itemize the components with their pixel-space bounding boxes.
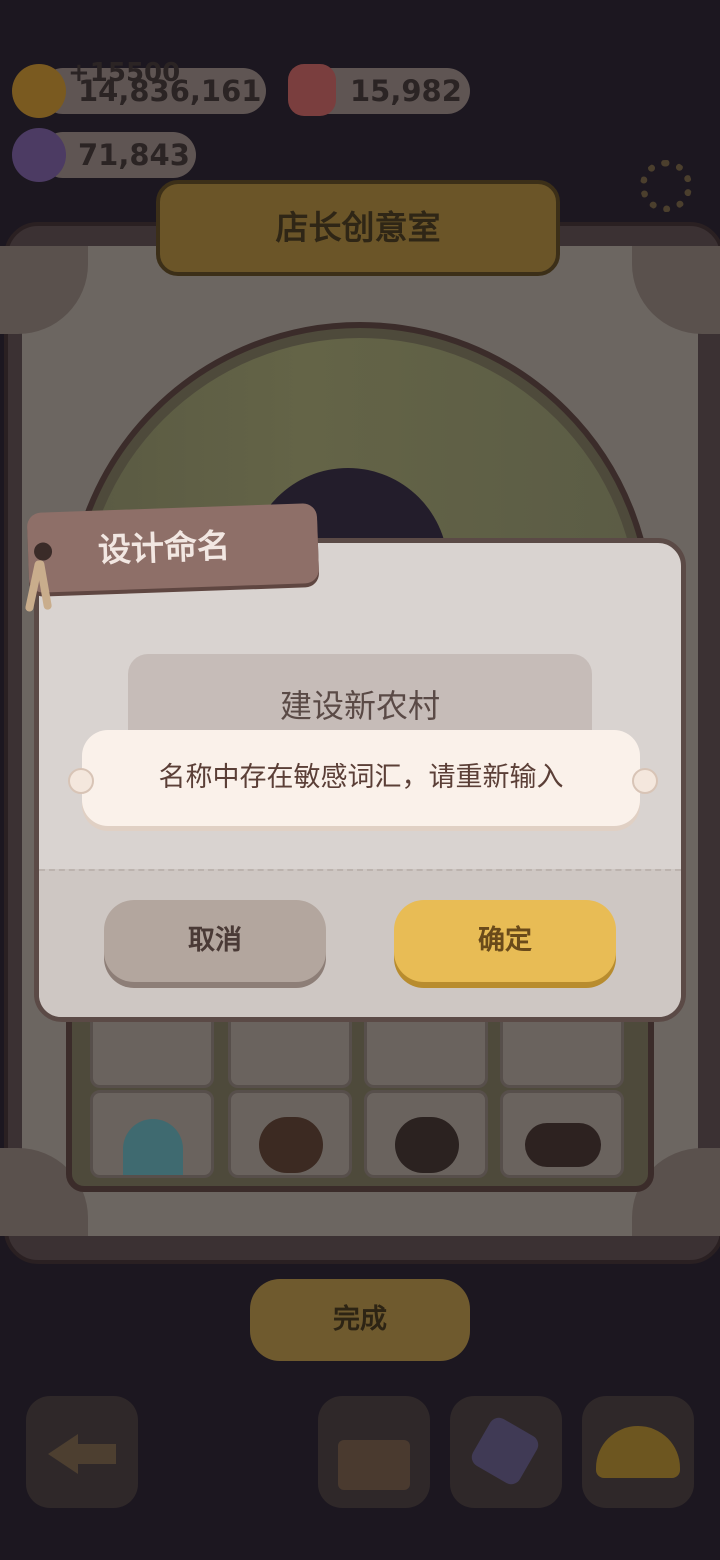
hair-option[interactable] xyxy=(500,1090,624,1178)
hair-curly-icon xyxy=(259,1117,323,1173)
settings-gear-icon[interactable] xyxy=(640,160,692,212)
back-arrow-shaft xyxy=(76,1444,116,1464)
cookie-coin-icon xyxy=(12,64,66,118)
toast-knob-icon xyxy=(632,768,658,794)
outfit-box-icon xyxy=(338,1440,410,1490)
dialog-tag: 设计命名 xyxy=(26,502,320,594)
outfit-box-button[interactable] xyxy=(318,1396,430,1508)
makeup-tools-button[interactable] xyxy=(450,1396,562,1508)
dialog-title: 设计命名 xyxy=(97,526,231,570)
jelly-gem-icon xyxy=(288,64,336,116)
makeup-tools-icon xyxy=(468,1414,542,1488)
studio-title: 店长创意室 xyxy=(275,208,441,247)
coin-gain-text: +15500 xyxy=(68,58,181,88)
hat-icon xyxy=(596,1426,680,1478)
confirm-button[interactable]: 确定 xyxy=(394,900,616,982)
toast-message: 名称中存在敏感词汇，请重新输入 xyxy=(158,762,564,793)
cancel-button[interactable]: 取消 xyxy=(104,900,326,982)
candy-icon xyxy=(12,128,66,182)
sensitive-word-toast: 名称中存在敏感词汇，请重新输入 xyxy=(82,730,640,826)
title-banner: 店长创意室 xyxy=(156,180,560,276)
toast-knob-icon xyxy=(68,768,94,794)
hair-waves-icon xyxy=(395,1117,459,1173)
tag-hole-icon xyxy=(33,542,53,561)
hair-buns-icon xyxy=(525,1123,601,1167)
back-button[interactable] xyxy=(26,1396,138,1508)
hair-option[interactable] xyxy=(228,1090,352,1178)
hat-button[interactable] xyxy=(582,1396,694,1508)
gem-value: 15,982 xyxy=(350,74,462,108)
back-arrow-icon xyxy=(48,1434,78,1474)
hair-twin-tails-icon xyxy=(123,1119,183,1175)
candy-value: 71,843 xyxy=(78,138,190,172)
hair-option[interactable] xyxy=(90,1090,214,1178)
done-button[interactable]: 完成 xyxy=(250,1279,470,1361)
hair-option[interactable] xyxy=(364,1090,488,1178)
